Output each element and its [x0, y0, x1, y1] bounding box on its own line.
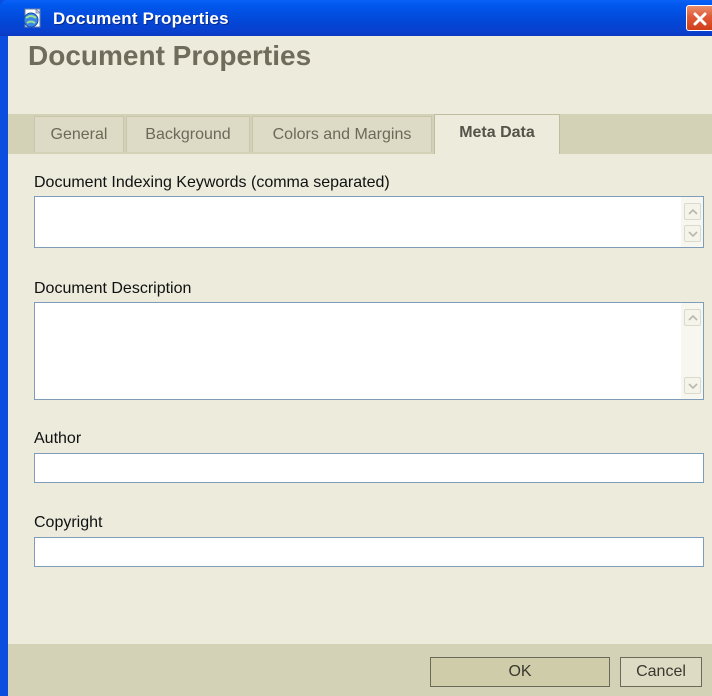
keywords-textarea[interactable]: [34, 196, 704, 248]
tab-meta-data[interactable]: Meta Data: [434, 114, 560, 155]
window-title: Document Properties: [53, 9, 229, 28]
globe-document-icon: [22, 7, 44, 29]
scroll-up-button[interactable]: [684, 309, 701, 326]
description-scrollbar[interactable]: [681, 303, 703, 399]
author-label: Author: [34, 430, 82, 447]
close-button[interactable]: [686, 5, 712, 31]
scroll-up-button[interactable]: [684, 203, 701, 220]
ok-button[interactable]: OK: [430, 657, 610, 687]
tab-colors-and-margins[interactable]: Colors and Margins: [252, 116, 432, 152]
copyright-input[interactable]: [34, 537, 704, 567]
description-textarea[interactable]: [34, 302, 704, 400]
copyright-label: Copyright: [34, 514, 103, 531]
page-title: Document Properties: [28, 40, 312, 71]
cancel-button[interactable]: Cancel: [620, 657, 702, 687]
author-input[interactable]: [34, 453, 704, 483]
title-bar[interactable]: Document Properties: [0, 0, 712, 36]
scroll-down-button[interactable]: [684, 225, 701, 242]
tab-general[interactable]: General: [34, 116, 124, 152]
keywords-scrollbar[interactable]: [681, 197, 703, 247]
keywords-label: Document Indexing Keywords (comma separa…: [34, 174, 390, 191]
tab-background[interactable]: Background: [126, 116, 250, 152]
scroll-down-button[interactable]: [684, 377, 701, 394]
description-label: Document Description: [34, 280, 192, 297]
dialog-window: Document Properties Document Properties …: [0, 0, 712, 696]
